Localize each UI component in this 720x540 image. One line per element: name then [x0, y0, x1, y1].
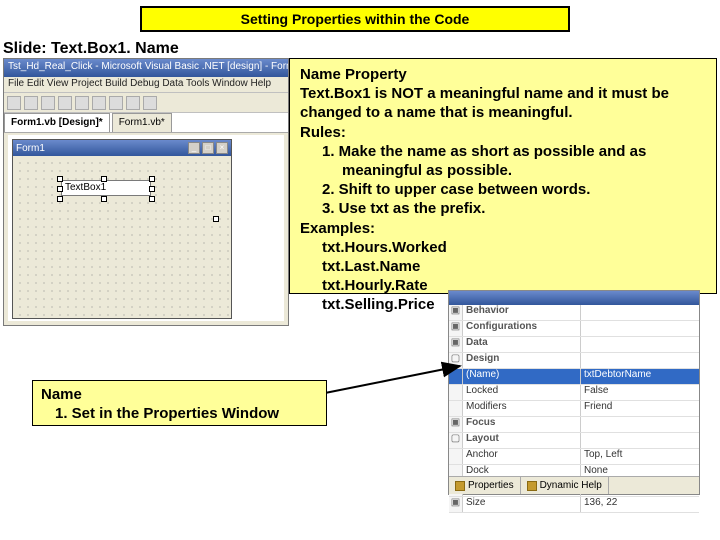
prop-row[interactable]: ModifiersFriend	[449, 401, 699, 417]
min-icon[interactable]: _	[188, 142, 200, 154]
slide-page: Setting Properties within the Code Slide…	[0, 0, 720, 540]
selection-handle[interactable]	[149, 196, 155, 202]
title-banner: Setting Properties within the Code	[140, 6, 570, 32]
tool-icon[interactable]	[7, 96, 21, 110]
collapse-icon[interactable]: ▢	[449, 433, 463, 448]
tab-dynamic-help[interactable]: Dynamic Help	[521, 477, 609, 494]
tool-icon[interactable]	[92, 96, 106, 110]
tool-icon[interactable]	[24, 96, 38, 110]
selection-handle[interactable]	[57, 196, 63, 202]
selection-handle[interactable]	[101, 196, 107, 202]
expand-icon[interactable]: ▣	[449, 497, 463, 512]
tab-code[interactable]: Form1.vb*	[112, 113, 172, 132]
prop-row[interactable]: ▣Size136, 22	[449, 497, 699, 513]
form-caption: Form1	[16, 143, 45, 154]
notes-box: Name Property Text.Box1 is NOT a meaning…	[289, 58, 717, 294]
expand-icon[interactable]: ▣	[449, 337, 463, 352]
tool-icon[interactable]	[41, 96, 55, 110]
visual-studio-window: Tst_Hd_Real_Click - Microsoft Visual Bas…	[3, 58, 289, 326]
vs-menubar[interactable]: File Edit View Project Build Debug Data …	[4, 77, 288, 93]
close-icon[interactable]: ×	[216, 142, 228, 154]
vs-titlebar: Tst_Hd_Real_Click - Microsoft Visual Bas…	[4, 59, 288, 77]
prop-category: ▢Layout	[449, 433, 699, 449]
expand-icon[interactable]: ▣	[449, 305, 463, 320]
prop-category: ▣Focus	[449, 417, 699, 433]
notes-rule: 2. Shift to upper case between words.	[300, 180, 706, 199]
collapse-icon[interactable]: ▢	[449, 353, 463, 368]
tab-design[interactable]: Form1.vb [Design]*	[4, 113, 110, 132]
callout-line: 1. Set in the Properties Window	[41, 405, 318, 424]
help-icon	[527, 481, 537, 491]
notes-line: Rules:	[300, 123, 706, 142]
expand-icon[interactable]: ▣	[449, 321, 463, 336]
tool-icon[interactable]	[126, 96, 140, 110]
expand-icon[interactable]: ▣	[449, 417, 463, 432]
properties-icon	[455, 481, 465, 491]
notes-line: Examples:	[300, 219, 706, 238]
selection-handle[interactable]	[57, 176, 63, 182]
notes-example: txt.Last.Name	[300, 257, 706, 276]
notes-line: Text.Box1 is NOT a meaningful name and i…	[300, 84, 706, 103]
properties-titlebar	[449, 291, 699, 305]
tool-icon[interactable]	[143, 96, 157, 110]
prop-row-name[interactable]: (Name)txtDebtorName	[449, 369, 699, 385]
slide-label: Slide: Text.Box1. Name	[3, 40, 179, 58]
vs-document-tabs[interactable]: Form1.vb [Design]* Form1.vb*	[4, 113, 288, 133]
notes-heading: Name Property	[300, 65, 706, 84]
form-body-grid[interactable]: TextBox1	[13, 156, 231, 318]
callout-box: Name 1. Set in the Properties Window	[32, 380, 327, 426]
notes-rule: meaningful as possible.	[300, 161, 706, 180]
notes-example: txt.Hours.Worked	[300, 238, 706, 257]
tool-icon[interactable]	[75, 96, 89, 110]
notes-rule: 3. Use txt as the prefix.	[300, 199, 706, 218]
prop-row[interactable]: AnchorTop, Left	[449, 449, 699, 465]
properties-window[interactable]: ▣Behavior ▣Configurations ▣Data ▢Design …	[448, 290, 700, 495]
tool-icon[interactable]	[109, 96, 123, 110]
title-text: Setting Properties within the Code	[241, 11, 470, 27]
notes-line: changed to a name that is meaningful.	[300, 103, 706, 122]
selection-handle[interactable]	[213, 216, 219, 222]
prop-row[interactable]: LockedFalse	[449, 385, 699, 401]
textbox-control[interactable]: TextBox1	[61, 180, 151, 196]
tool-icon[interactable]	[58, 96, 72, 110]
prop-category: ▢Design	[449, 353, 699, 369]
callout-line: Name	[41, 386, 318, 405]
prop-category: ▣Data	[449, 337, 699, 353]
selection-handle[interactable]	[101, 176, 107, 182]
max-icon[interactable]: □	[202, 142, 214, 154]
notes-rule: 1. Make the name as short as possible an…	[300, 142, 706, 161]
prop-category: ▣Behavior	[449, 305, 699, 321]
form-titlebar: Form1 _ □ ×	[13, 140, 231, 156]
design-surface[interactable]: Form1 _ □ × TextBox1	[8, 135, 284, 321]
selection-handle[interactable]	[149, 176, 155, 182]
prop-category: ▣Configurations	[449, 321, 699, 337]
vs-toolbar[interactable]	[4, 93, 288, 113]
properties-bottom-tabs[interactable]: Properties Dynamic Help	[449, 476, 699, 494]
form-designer[interactable]: Form1 _ □ × TextBox1	[12, 139, 232, 319]
tab-properties[interactable]: Properties	[449, 477, 521, 494]
selection-handle[interactable]	[149, 186, 155, 192]
selection-handle[interactable]	[57, 186, 63, 192]
